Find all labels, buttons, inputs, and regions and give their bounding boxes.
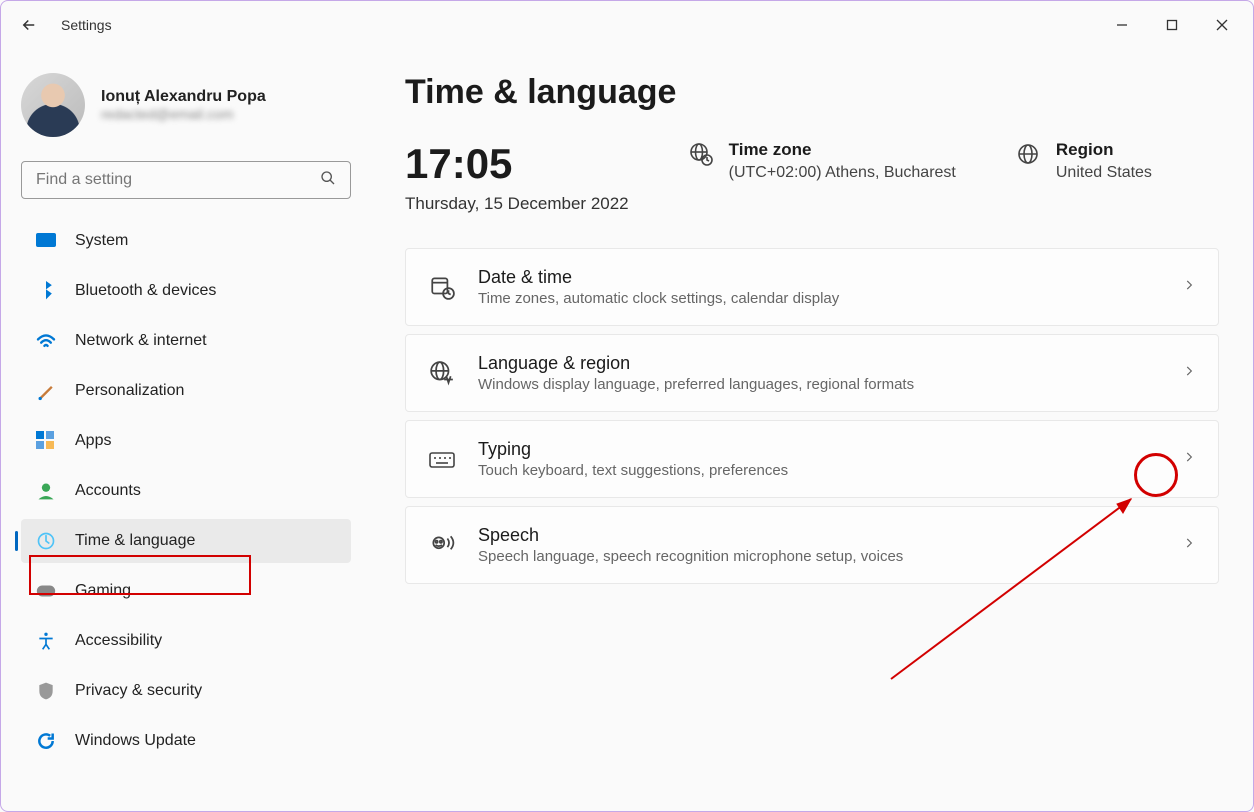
sidebar-item-system[interactable]: System: [21, 219, 351, 263]
card-typing[interactable]: Typing Touch keyboard, text suggestions,…: [405, 420, 1219, 498]
sidebar-item-label: Personalization: [75, 382, 184, 400]
sidebar-item-label: Accounts: [75, 482, 141, 500]
card-subtitle: Windows display language, preferred lang…: [478, 376, 1160, 393]
nav-list: System Bluetooth & devices Network & int…: [21, 219, 351, 763]
sidebar-item-label: Privacy & security: [75, 682, 202, 700]
sidebar-item-label: System: [75, 232, 128, 250]
search-box[interactable]: [21, 161, 351, 199]
clock-block: 17:05 Thursday, 15 December 2022: [405, 140, 629, 214]
back-button[interactable]: [9, 5, 49, 45]
bluetooth-icon: [35, 280, 57, 302]
keyboard-icon: [428, 445, 456, 473]
window-controls: [1099, 9, 1245, 41]
card-language-region[interactable]: Language & region Windows display langua…: [405, 334, 1219, 412]
profile-name: Ionuț Alexandru Popa: [101, 88, 266, 106]
timezone-label: Time zone: [729, 140, 956, 160]
page-title: Time & language: [405, 73, 1219, 112]
sidebar: Ionuț Alexandru Popa redacted@email.com …: [1, 49, 371, 811]
sidebar-item-label: Accessibility: [75, 632, 162, 650]
sidebar-item-bluetooth[interactable]: Bluetooth & devices: [21, 269, 351, 313]
language-icon: [428, 359, 456, 387]
person-icon: [35, 480, 57, 502]
region-value: United States: [1056, 164, 1152, 182]
sidebar-item-update[interactable]: Windows Update: [21, 719, 351, 763]
wifi-icon: [35, 330, 57, 352]
sidebar-item-accounts[interactable]: Accounts: [21, 469, 351, 513]
shield-icon: [35, 680, 57, 702]
sidebar-item-personalization[interactable]: Personalization: [21, 369, 351, 413]
region-block[interactable]: Region United States: [1016, 140, 1152, 182]
clock-globe-icon: [35, 530, 57, 552]
card-title: Date & time: [478, 267, 1160, 288]
info-strip: 17:05 Thursday, 15 December 2022 Time zo…: [405, 140, 1219, 214]
card-title: Typing: [478, 439, 1160, 460]
speech-icon: [428, 531, 456, 559]
chevron-right-icon: [1182, 536, 1196, 555]
timezone-block[interactable]: Time zone (UTC+02:00) Athens, Bucharest: [689, 140, 956, 182]
profile-email: redacted@email.com: [101, 106, 266, 122]
sidebar-item-label: Windows Update: [75, 732, 196, 750]
annotation-highlight-sidebar: [29, 555, 251, 595]
sidebar-item-label: Time & language: [75, 532, 195, 550]
chevron-right-icon: [1182, 364, 1196, 383]
card-title: Language & region: [478, 353, 1160, 374]
chevron-right-icon: [1182, 450, 1196, 469]
apps-icon: [35, 430, 57, 452]
card-subtitle: Time zones, automatic clock settings, ca…: [478, 290, 1160, 307]
accessibility-icon: [35, 630, 57, 652]
timezone-value: (UTC+02:00) Athens, Bucharest: [729, 164, 956, 182]
system-icon: [35, 230, 57, 252]
sidebar-item-accessibility[interactable]: Accessibility: [21, 619, 351, 663]
current-date: Thursday, 15 December 2022: [405, 194, 629, 214]
sidebar-item-label: Bluetooth & devices: [75, 282, 216, 300]
card-subtitle: Touch keyboard, text suggestions, prefer…: [478, 462, 1160, 479]
app-title: Settings: [61, 17, 112, 33]
region-label: Region: [1056, 140, 1152, 160]
brush-icon: [35, 380, 57, 402]
globe-icon: [1016, 142, 1042, 168]
search-icon: [320, 170, 336, 191]
chevron-right-icon: [1182, 278, 1196, 297]
globe-clock-icon: [689, 142, 715, 168]
search-input[interactable]: [36, 171, 320, 189]
sidebar-item-privacy[interactable]: Privacy & security: [21, 669, 351, 713]
card-date-time[interactable]: Date & time Time zones, automatic clock …: [405, 248, 1219, 326]
calendar-clock-icon: [428, 273, 456, 301]
sidebar-item-network[interactable]: Network & internet: [21, 319, 351, 363]
minimize-button[interactable]: [1099, 9, 1145, 41]
profile-block[interactable]: Ionuț Alexandru Popa redacted@email.com: [21, 73, 351, 137]
maximize-button[interactable]: [1149, 9, 1195, 41]
titlebar: Settings: [1, 1, 1253, 49]
avatar: [21, 73, 85, 137]
update-icon: [35, 730, 57, 752]
close-button[interactable]: [1199, 9, 1245, 41]
main-content: Time & language 17:05 Thursday, 15 Decem…: [371, 49, 1253, 811]
annotation-arrow: [851, 489, 1151, 689]
current-time: 17:05: [405, 140, 629, 188]
sidebar-item-label: Network & internet: [75, 332, 207, 350]
sidebar-item-apps[interactable]: Apps: [21, 419, 351, 463]
sidebar-item-label: Apps: [75, 432, 111, 450]
